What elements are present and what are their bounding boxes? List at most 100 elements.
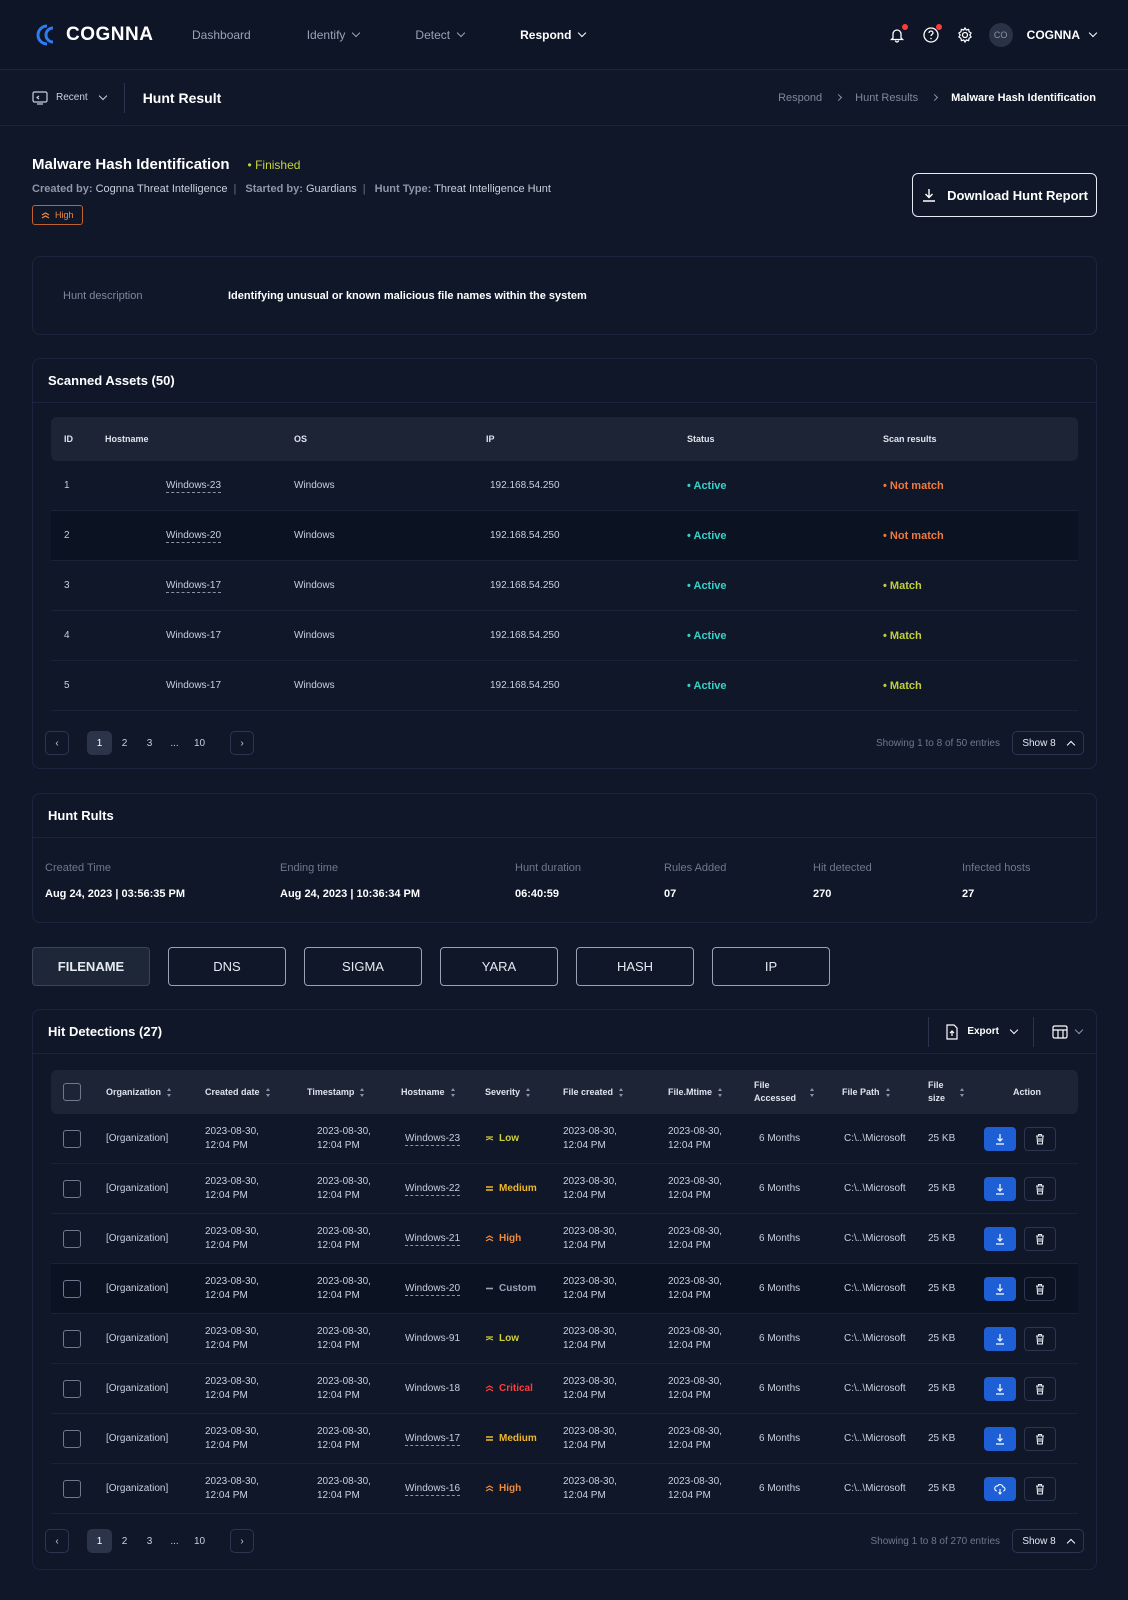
delete-button[interactable] [1024, 1326, 1056, 1351]
cell-hostname[interactable]: Windows-17 [93, 680, 294, 691]
help-icon[interactable] [921, 23, 942, 45]
row-checkbox[interactable] [63, 1429, 81, 1448]
table-row[interactable]: [Organization] 2023-08-30, 12:04 PM 2023-08… [51, 1364, 1078, 1414]
gear-icon[interactable] [955, 25, 975, 45]
table-row[interactable]: 3 Windows-17 Windows 192.168.54.250 • Active… [51, 561, 1078, 611]
columns-toggle-button[interactable] [1033, 1016, 1096, 1047]
download-button[interactable] [984, 1276, 1016, 1301]
delete-button[interactable] [1024, 1376, 1056, 1401]
cell-hostname[interactable]: Windows-18 [401, 1383, 485, 1394]
cell-hostname[interactable]: Windows-20 [93, 530, 294, 543]
download-button[interactable] [984, 1126, 1016, 1151]
table-row[interactable]: [Organization] 2023-08-30, 12:04 PM 2023-08… [51, 1164, 1078, 1214]
cell-hostname[interactable]: Windows-23 [93, 480, 294, 493]
col-file-size[interactable]: File size [928, 1079, 976, 1105]
delete-button[interactable] [1024, 1226, 1056, 1251]
tab-ip[interactable]: IP [712, 947, 830, 986]
download-button[interactable] [984, 1176, 1016, 1201]
hostname-link[interactable]: Windows-20 [165, 530, 222, 543]
cell-hostname[interactable]: Windows-17 [401, 1433, 485, 1446]
table-row[interactable]: 2 Windows-20 Windows 192.168.54.250 • Active… [51, 511, 1078, 561]
table-row[interactable]: [Organization] 2023-08-30, 12:04 PM 2023-08… [51, 1314, 1078, 1364]
cell-hostname[interactable]: Windows-20 [401, 1283, 485, 1296]
row-checkbox[interactable] [63, 1379, 81, 1398]
cell-hostname[interactable]: Windows-21 [401, 1233, 485, 1246]
export-button[interactable]: Export [928, 1016, 1033, 1047]
page-size-select[interactable]: Show 8 [1012, 1529, 1084, 1553]
page-2[interactable]: 2 [112, 1529, 137, 1553]
nav-dashboard[interactable]: Dashboard [192, 28, 251, 42]
nav-detect[interactable]: Detect [415, 28, 466, 42]
select-all-checkbox[interactable] [63, 1083, 81, 1101]
table-row[interactable]: [Organization] 2023-08-30, 12:04 PM 2023-08… [51, 1414, 1078, 1464]
hostname-link[interactable]: Windows-17 [166, 680, 221, 691]
hostname-link[interactable]: Windows-22 [405, 1183, 461, 1196]
prev-page-button[interactable]: ‹ [45, 1529, 69, 1553]
table-row[interactable]: [Organization] 2023-08-30, 12:04 PM 2023-08… [51, 1264, 1078, 1314]
user-menu[interactable]: COGNNA [1027, 28, 1098, 42]
col-hostname[interactable]: Hostname [401, 1087, 485, 1098]
hostname-link[interactable]: Windows-91 [405, 1333, 460, 1344]
hostname-link[interactable]: Windows-23 [165, 480, 222, 493]
page-3[interactable]: 3 [137, 731, 162, 755]
table-row[interactable]: [Organization] 2023-08-30, 12:04 PM 2023-08… [51, 1464, 1078, 1514]
col-file-created[interactable]: File created [563, 1087, 668, 1098]
delete-button[interactable] [1024, 1476, 1056, 1501]
hostname-link[interactable]: Windows-17 [405, 1433, 461, 1446]
row-checkbox[interactable] [63, 1229, 81, 1248]
prev-page-button[interactable]: ‹ [45, 731, 69, 755]
page-1[interactable]: 1 [87, 1529, 112, 1553]
cell-hostname[interactable]: Windows-17 [93, 580, 294, 593]
delete-button[interactable] [1024, 1276, 1056, 1301]
tab-filename[interactable]: FILENAME [32, 947, 150, 986]
row-checkbox[interactable] [63, 1129, 81, 1148]
brand-logo[interactable]: COGNNA [32, 22, 192, 48]
download-report-button[interactable]: Download Hunt Report [912, 173, 1097, 217]
page-3[interactable]: 3 [137, 1529, 162, 1553]
page-10[interactable]: 10 [187, 1529, 212, 1553]
tab-sigma[interactable]: SIGMA [304, 947, 422, 986]
hostname-link[interactable]: Windows-20 [405, 1283, 461, 1296]
breadcrumb-hunt-results[interactable]: Hunt Results [855, 92, 918, 104]
download-button[interactable] [984, 1426, 1016, 1451]
cell-hostname[interactable]: Windows-22 [401, 1183, 485, 1196]
hostname-link[interactable]: Windows-17 [165, 580, 222, 593]
page-size-select[interactable]: Show 8 [1012, 731, 1084, 755]
nav-identify[interactable]: Identify [307, 28, 361, 42]
breadcrumb-respond[interactable]: Respond [778, 92, 822, 104]
table-row[interactable]: 4 Windows-17 Windows 192.168.54.250 • Active… [51, 611, 1078, 661]
col-severity[interactable]: Severity [485, 1087, 563, 1098]
hostname-link[interactable]: Windows-16 [405, 1483, 461, 1496]
hostname-link[interactable]: Windows-18 [405, 1383, 460, 1394]
download-button[interactable] [984, 1326, 1016, 1351]
col-timestamp[interactable]: Timestamp [307, 1087, 401, 1098]
page-1[interactable]: 1 [87, 731, 112, 755]
row-checkbox[interactable] [63, 1279, 81, 1298]
col-file-path[interactable]: File Path [842, 1087, 928, 1098]
cell-hostname[interactable]: Windows-17 [93, 630, 294, 641]
cell-hostname[interactable]: Windows-23 [401, 1133, 485, 1146]
avatar[interactable]: CO [988, 22, 1013, 47]
table-row[interactable]: 1 Windows-23 Windows 192.168.54.250 • Active… [51, 461, 1078, 511]
col-file-mtime[interactable]: File.Mtime [668, 1087, 754, 1098]
page-10[interactable]: 10 [187, 731, 212, 755]
delete-button[interactable] [1024, 1426, 1056, 1451]
next-page-button[interactable]: › [230, 731, 254, 755]
table-row[interactable]: [Organization] 2023-08-30, 12:04 PM 2023-08… [51, 1114, 1078, 1164]
download-button[interactable] [984, 1376, 1016, 1401]
tab-hash[interactable]: HASH [576, 947, 694, 986]
delete-button[interactable] [1024, 1126, 1056, 1151]
row-checkbox[interactable] [63, 1329, 81, 1348]
row-checkbox[interactable] [63, 1179, 81, 1198]
tab-dns[interactable]: DNS [168, 947, 286, 986]
col-created-date[interactable]: Created date [205, 1087, 307, 1098]
page-2[interactable]: 2 [112, 731, 137, 755]
hostname-link[interactable]: Windows-23 [405, 1133, 461, 1146]
hostname-link[interactable]: Windows-17 [166, 630, 221, 641]
cell-hostname[interactable]: Windows-16 [401, 1483, 485, 1496]
next-page-button[interactable]: › [230, 1529, 254, 1553]
cell-hostname[interactable]: Windows-91 [401, 1333, 485, 1344]
recent-dropdown[interactable]: Recent [32, 82, 125, 113]
bell-icon[interactable] [887, 23, 908, 45]
col-organization[interactable]: Organization [106, 1087, 205, 1098]
